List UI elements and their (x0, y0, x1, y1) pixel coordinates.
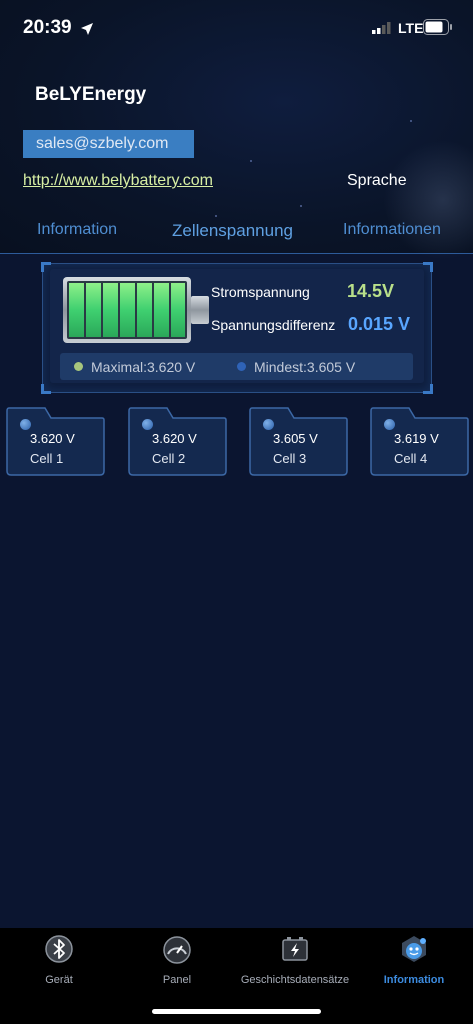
location-arrow-icon (81, 23, 93, 35)
voltage-diff-value: 0.015 V (348, 314, 411, 334)
language-button[interactable]: Sprache (347, 172, 407, 190)
cell-name: Cell 2 (152, 451, 186, 466)
website-link[interactable]: http://www.belybattery.com (23, 172, 213, 190)
status-bar: 20:39 LTE (0, 0, 473, 54)
cell-voltage: 3.605 V (273, 431, 318, 446)
nav-item-device[interactable]: Gerät (0, 928, 118, 998)
cell-indicator-dot (384, 419, 395, 430)
battery-history-icon (282, 937, 308, 961)
gauge-icon (163, 936, 191, 964)
decor-star (250, 160, 252, 162)
tab-information[interactable]: Information (37, 221, 117, 239)
email-link[interactable]: sales@szbely.com (23, 130, 194, 158)
min-voltage-text: Mindest:3.605 V (254, 359, 356, 375)
decor-star (410, 120, 412, 122)
cell-card: 3.619 V Cell 4 (369, 407, 469, 477)
panel-corner (423, 384, 433, 394)
nav-label-information: Information (383, 974, 445, 986)
cell-voltage: 3.619 V (394, 431, 439, 446)
max-voltage-text: Maximal:3.620 V (91, 359, 196, 375)
decor-star (300, 205, 302, 207)
robot-icon (402, 936, 426, 962)
status-time: 20:39 (23, 17, 72, 38)
bluetooth-icon (45, 935, 73, 963)
nav-item-history[interactable]: Geschichtsdatensätze (236, 928, 354, 998)
cell-name: Cell 3 (273, 451, 307, 466)
nav-item-panel[interactable]: Panel (118, 928, 236, 998)
cell-indicator-dot (263, 419, 274, 430)
nav-label-device: Gerät (45, 974, 73, 986)
nav-item-information[interactable]: Information (355, 928, 473, 998)
cell-name: Cell 4 (394, 451, 428, 466)
cell-card: 3.605 V Cell 3 (248, 407, 348, 477)
cell-indicator-dot (20, 419, 31, 430)
cell-card: 3.620 V Cell 1 (5, 407, 105, 477)
app-title: BeLYEnergy (35, 84, 147, 105)
network-type: LTE (398, 20, 424, 36)
signal-strength-icon (372, 22, 391, 34)
max-indicator-dot (74, 362, 83, 371)
battery-status-icon (423, 19, 452, 35)
cell-card: 3.620 V Cell 2 (127, 407, 227, 477)
tab-cell-voltage[interactable]: Zellenspannung (172, 221, 293, 241)
battery-level-icon (63, 277, 209, 343)
cell-indicator-dot (142, 419, 153, 430)
decor-star (215, 215, 217, 217)
cell-name: Cell 1 (30, 451, 64, 466)
cell-voltage: 3.620 V (30, 431, 75, 446)
total-voltage-label: Stromspannung (211, 284, 310, 300)
panel-corner (41, 384, 51, 394)
total-voltage-value: 14.5V (347, 281, 395, 301)
voltage-diff-label: Spannungsdifferenz (211, 317, 336, 333)
home-indicator[interactable] (152, 1009, 321, 1014)
cell-voltage: 3.620 V (152, 431, 197, 446)
tab-divider (0, 253, 473, 254)
nav-label-panel: Panel (162, 974, 192, 986)
min-indicator-dot (237, 362, 246, 371)
panel-corner (423, 262, 433, 272)
tab-informationen[interactable]: Informationen (343, 221, 441, 239)
nav-label-history: Geschichtsdatensätze (240, 974, 350, 986)
